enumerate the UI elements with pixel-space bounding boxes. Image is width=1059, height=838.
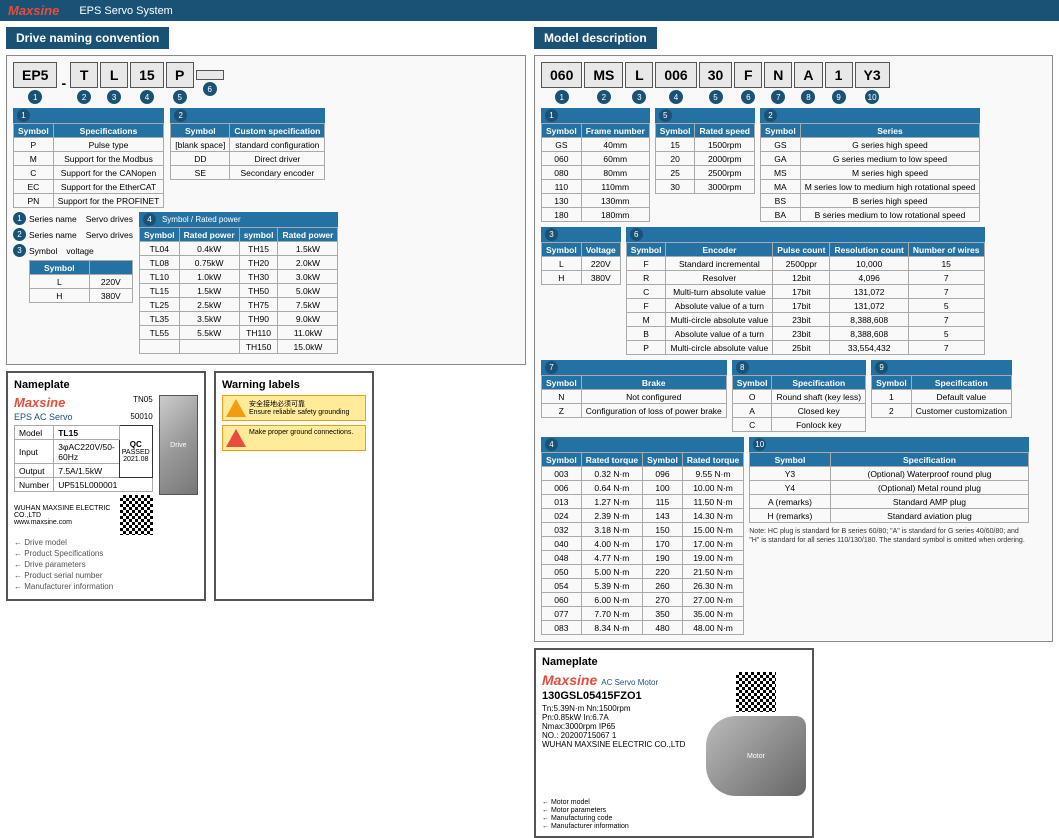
drive-nameplate: Nameplate Maxsine TN05 EPS AC Servo 5001… xyxy=(6,371,206,601)
mc-l: L 3 xyxy=(625,62,653,104)
drive-naming-title: Drive naming convention xyxy=(6,27,169,49)
code-l: L 3 xyxy=(100,62,128,104)
code-15: 15 4 xyxy=(130,62,164,104)
drive-tables-row2: 1 Series name Servo drives 2 Series name… xyxy=(13,212,519,354)
speed-table: SymbolRated speed 151500rpm 202000rpm 25… xyxy=(655,123,755,194)
drive-qr-code xyxy=(120,495,153,535)
symbol-spec-table: SymbolSpecifications PPulse type MSuppor… xyxy=(13,123,164,208)
mc-006: 006 4 xyxy=(655,62,696,104)
power-table-block: 4 Symbol / Rated power SymbolRated power… xyxy=(139,212,339,354)
plug-note: Note: HC plug is standard for B series 6… xyxy=(749,527,1029,545)
code-6: 6 xyxy=(196,70,224,96)
mc-30: 30 5 xyxy=(699,62,733,104)
speed-table-block: 5 SymbolRated speed 151500rpm 202000rpm … xyxy=(655,108,755,222)
mc-y3: Y3 10 xyxy=(855,62,890,104)
model-tables: 1 SymbolFrame number GS40mm 06060mm 0808… xyxy=(541,108,1046,635)
frame-table-block: 1 SymbolFrame number GS40mm 06060mm 0808… xyxy=(541,108,650,222)
drive-naming-panel: Drive naming convention EP5 1 - T 2 L 3 xyxy=(6,27,526,675)
warning-title: Warning labels xyxy=(222,379,366,391)
drive-nameplate-sub: EPS AC Servo xyxy=(14,412,73,422)
warning-triangle-icon xyxy=(226,399,246,417)
power-table: SymbolRated powersymbolRated power TL040… xyxy=(139,227,339,354)
torque-table-block: 4 SymbolRated torqueSymbolRated torque 0… xyxy=(541,437,744,635)
brand-logo: Maxsine xyxy=(8,3,59,18)
drive-nameplate-brand: Maxsine xyxy=(14,395,65,410)
top-bar: Maxsine EPS Servo System xyxy=(0,0,1059,21)
plug-table: SymbolSpecification Y3(Optional) Waterpr… xyxy=(749,452,1029,523)
custom-spec-table: SymbolCustom specification [blank space]… xyxy=(170,123,325,180)
warning-labels: Warning labels 安全接地必须可靠Ensure reliable s… xyxy=(214,371,374,601)
shaft-table: SymbolSpecification ORound shaft (key le… xyxy=(732,375,866,432)
custom-table: SymbolSpecification 1Default value 2Cust… xyxy=(871,375,1012,418)
model-desc-panel: Model description 060 1 MS 2 L 3 006 xyxy=(534,27,1053,675)
encoder-table: SymbolEncoderPulse countResolution count… xyxy=(626,242,985,355)
series-table: SymbolSeries GSG series high speed GAG s… xyxy=(760,123,980,222)
symbol-spec-table-block: 1 SymbolSpecifications PPulse type MSupp… xyxy=(13,108,164,208)
drive-bottom: Nameplate Maxsine TN05 EPS AC Servo 5001… xyxy=(6,371,526,601)
drive-naming-box: EP5 1 - T 2 L 3 15 4 P 5 xyxy=(6,55,526,365)
model-code-row: 060 1 MS 2 L 3 006 4 30 5 xyxy=(541,62,1046,104)
encoder-table-block: 6 SymbolEncoderPulse countResolution cou… xyxy=(626,227,985,355)
drive-image: Drive xyxy=(159,395,198,495)
plug-table-block: 10 SymbolSpecification Y3(Optional) Wate… xyxy=(749,437,1029,635)
model-voltage-block: 3 SymbolVoltage L220V H380V xyxy=(541,227,621,355)
mc-060: 060 1 xyxy=(541,62,582,104)
warning-danger-icon xyxy=(226,429,246,447)
torque-table: SymbolRated torqueSymbolRated torque 003… xyxy=(541,452,744,635)
motor-nameplate-area: Nameplate Maxsine AC Servo Motor 130GSL0… xyxy=(534,648,1053,838)
warning-item-1: 安全接地必须可靠Ensure reliable safety grounding xyxy=(222,395,366,421)
drive-nameplate-model-plate: TN05 xyxy=(133,395,153,410)
series-voltage-col: 1 Series name Servo drives 2 Series name… xyxy=(13,212,133,354)
code-p: P 5 xyxy=(166,62,194,104)
drive-code-row: EP5 1 - T 2 L 3 15 4 P 5 xyxy=(13,62,519,104)
mc-1: 1 9 xyxy=(825,62,853,104)
nameplate-drive-title: Nameplate xyxy=(14,379,198,391)
motor-params: Tn:5.39N·m Nn:1500rpm Pn:0.85kW In:6.7A … xyxy=(542,704,698,749)
motor-model-value: 130GSL05415FZO1 xyxy=(542,690,698,702)
voltage-table: Symbol L220V H380V xyxy=(29,260,133,303)
custom-table-block: 9 SymbolSpecification 1Default value 2Cu… xyxy=(871,360,1012,432)
code-t: T 2 xyxy=(70,62,98,104)
drive-nameplate-model-num: 50010 xyxy=(130,412,152,422)
motor-sub: AC Servo Motor xyxy=(601,678,658,687)
motor-brand: Maxsine xyxy=(542,672,597,688)
code-ep5: EP5 1 xyxy=(13,62,57,104)
series-table-block: 2 SymbolSeries GSG series high speed GAG… xyxy=(760,108,980,222)
mc-n: N 7 xyxy=(764,62,792,104)
model-desc-title: Model description xyxy=(534,27,657,49)
custom-spec-table-block: 2 SymbolCustom specification [blank spac… xyxy=(170,108,325,208)
motor-nameplate: Nameplate Maxsine AC Servo Motor 130GSL0… xyxy=(534,648,814,838)
system-name: EPS Servo System xyxy=(79,5,173,17)
mc-f: F 6 xyxy=(734,62,762,104)
shaft-table-block: 8 SymbolSpecification ORound shaft (key … xyxy=(732,360,866,432)
drive-tables-row: 1 SymbolSpecifications PPulse type MSupp… xyxy=(13,108,519,208)
drive-nameplate-table: Model TL15 QC PASSED 2021.08 Input xyxy=(14,425,153,492)
model-voltage-table: SymbolVoltage L220V H380V xyxy=(541,242,621,285)
model-desc-box: 060 1 MS 2 L 3 006 4 30 5 xyxy=(534,55,1053,642)
brake-table: SymbolBrake NNot configured ZConfigurati… xyxy=(541,375,727,418)
mc-a: A 8 xyxy=(794,62,822,104)
mc-ms: MS 2 xyxy=(584,62,623,104)
frame-table: SymbolFrame number GS40mm 06060mm 08080m… xyxy=(541,123,650,222)
warning-item-2: Make proper ground connections. xyxy=(222,425,366,451)
motor-image: Motor xyxy=(706,716,806,796)
brake-table-block: 7 SymbolBrake NNot configured ZConfigura… xyxy=(541,360,727,432)
motor-nameplate-title: Nameplate xyxy=(542,656,806,668)
motor-qr-code xyxy=(736,672,776,712)
